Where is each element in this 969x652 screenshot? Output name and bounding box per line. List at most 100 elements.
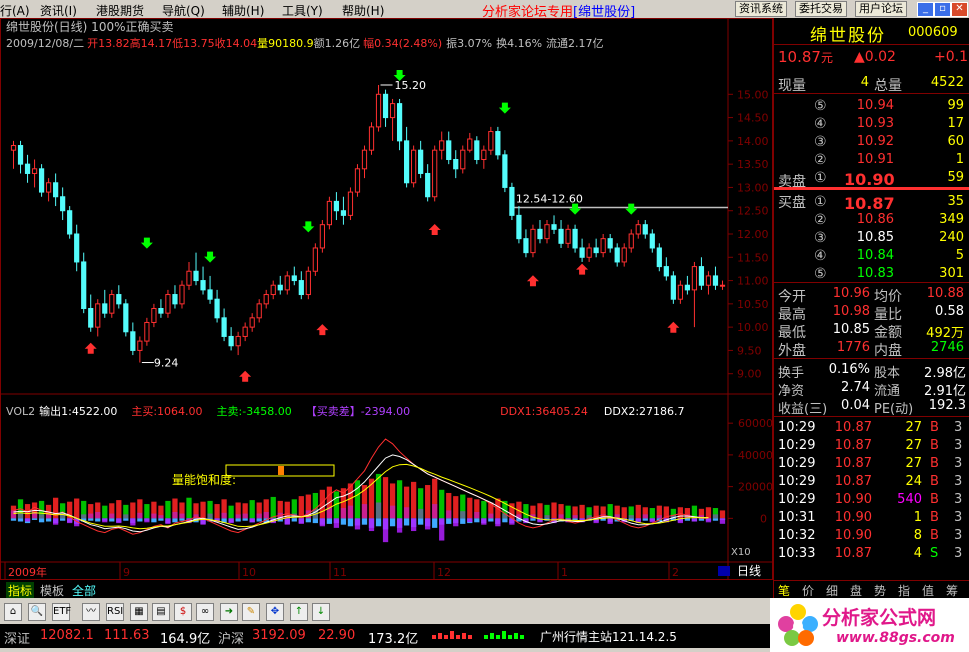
menu-item-bangzhu[interactable]: 帮助(H) — [342, 2, 384, 19]
breadth-bars-icon — [432, 631, 524, 639]
ohlc-open-label: 开 — [87, 37, 98, 50]
vol-diff-bar — [333, 518, 340, 528]
candle-body — [523, 238, 529, 254]
zongliang-label: 总量 — [874, 78, 902, 94]
scroll-handle[interactable] — [718, 566, 730, 576]
vol-sell-bar — [123, 518, 129, 521]
pen-icon[interactable]: ✎ — [242, 603, 260, 621]
bid-volume: 35 — [947, 194, 964, 209]
vol-diff-bar — [67, 518, 73, 524]
trade-button[interactable]: 委托交易 — [795, 1, 847, 17]
vol-sell-bar — [460, 518, 466, 524]
candle-body — [284, 275, 290, 291]
stat-label: 量比 — [874, 307, 902, 323]
arrow-down-icon[interactable]: ↓ — [312, 603, 330, 621]
period-label[interactable]: 日线 — [737, 564, 761, 578]
chart-icon[interactable]: 〰 — [82, 603, 100, 621]
vol-diff-bar — [607, 518, 613, 524]
vol-buy-bar — [509, 503, 515, 519]
vol-diff-bar — [38, 514, 45, 519]
grid-icon[interactable]: ▦ — [130, 603, 148, 621]
ask-level: ④ — [814, 116, 827, 132]
tab-indicator[interactable]: 指标 — [6, 582, 35, 599]
vol-diff-bar — [432, 504, 438, 519]
vol-diff-bar — [705, 518, 712, 523]
panel-tab[interactable]: 笔 — [778, 582, 790, 599]
fund-value: 0.16% — [828, 362, 870, 377]
menu-item-gongju[interactable]: 工具(Y) — [282, 2, 323, 19]
export-icon[interactable]: ➜ — [220, 603, 238, 621]
search-icon[interactable]: 🔍 — [28, 603, 46, 621]
vol-diff-bar — [446, 510, 452, 519]
candle-body — [502, 154, 508, 188]
kline-chart[interactable]: 绵世股份(日线) 100%正确买卖 2009/12/08/二 开13.82高14.… — [0, 18, 773, 580]
vol-diff-bar — [495, 518, 501, 527]
tab-template[interactable]: 模板 — [40, 582, 64, 599]
home-icon[interactable]: ⌂ — [4, 603, 22, 621]
money-icon[interactable]: $ — [174, 603, 192, 621]
move-icon[interactable]: ✥ — [266, 603, 284, 621]
stat-label: 内盘 — [874, 343, 902, 359]
fund-label: 换手 — [778, 366, 805, 381]
bid-level: ④ — [814, 248, 827, 264]
hs-amount: 173.2亿 — [368, 632, 419, 647]
panel-tab[interactable]: 筹 — [946, 582, 958, 599]
etf-icon[interactable]: ETF — [52, 603, 71, 621]
tick-volume: 4 — [913, 546, 922, 561]
panel-tab[interactable]: 细 — [826, 582, 838, 599]
buy-label: 买盘 — [778, 195, 806, 211]
menu-item-daohang[interactable]: 导航(Q) — [162, 2, 205, 19]
vol-diff-bar — [347, 505, 354, 519]
close-icon[interactable]: ✕ — [951, 2, 968, 17]
candle-body — [389, 103, 396, 119]
tick-price: 10.87 — [834, 456, 872, 471]
hs-change: 22.90 — [318, 628, 356, 643]
vol-diff-bar — [95, 512, 101, 519]
menu-item-hangqing[interactable]: 行(A) — [0, 2, 30, 19]
vol-diff-bar — [130, 518, 136, 526]
vol-diff-bar — [389, 505, 396, 519]
vol-buy-bar — [214, 504, 220, 519]
candle-body — [263, 294, 269, 305]
sz-index: 12082.1 — [40, 628, 94, 643]
candle-body — [607, 238, 613, 249]
candle-body — [635, 224, 641, 235]
candle-body — [670, 275, 676, 300]
fund-label: 股本 — [874, 366, 901, 381]
vol-sell-bar — [38, 518, 45, 523]
candle-body — [691, 266, 698, 291]
menu-item-fuzhu[interactable]: 辅助(H) — [222, 2, 264, 19]
panel-tab[interactable]: 势 — [874, 582, 886, 599]
candle-body — [495, 131, 501, 156]
rsi-icon[interactable]: RSI — [106, 603, 124, 621]
menu-item-zixun[interactable]: 资讯(I) — [40, 2, 77, 19]
panel-tab[interactable]: 盘 — [850, 582, 862, 599]
panel-tab[interactable]: 指 — [898, 582, 910, 599]
minimize-icon[interactable]: _ — [917, 2, 934, 17]
table-icon[interactable]: ▤ — [152, 603, 170, 621]
tick-side: B — [930, 474, 939, 489]
vol-ddx1: DDX1:36405.24 — [500, 405, 588, 418]
tick-side: B — [930, 510, 939, 525]
logo-text: 分析家公式网 — [822, 607, 937, 629]
tick-side: B — [930, 438, 939, 453]
bid-level: ⑤ — [814, 266, 827, 282]
panel-tab[interactable]: 值 — [922, 582, 934, 599]
news-system-button[interactable]: 资讯系统 — [735, 1, 787, 17]
vol-diff-bar — [425, 518, 431, 530]
tab-all[interactable]: 全部 — [72, 582, 96, 599]
arrow-up-icon[interactable]: ↑ — [290, 603, 308, 621]
link-icon[interactable]: ∞ — [196, 603, 214, 621]
vol-diff-bar — [151, 513, 157, 519]
candle-body — [60, 196, 66, 212]
tick-trail: 3 — [954, 474, 963, 489]
menu-item-ganggu[interactable]: 港股期货 — [96, 2, 144, 19]
forum-button[interactable]: 用户论坛 — [855, 1, 907, 17]
panel-tab[interactable]: 价 — [802, 582, 814, 599]
price-tick-label: 12.00 — [737, 228, 769, 241]
price-tick-label: 9.50 — [737, 344, 762, 357]
vol-diff-bar — [719, 518, 726, 524]
restore-icon[interactable]: ▫ — [934, 2, 951, 17]
vol-diff-bar — [144, 518, 150, 523]
vol-diff-bar — [488, 513, 494, 519]
